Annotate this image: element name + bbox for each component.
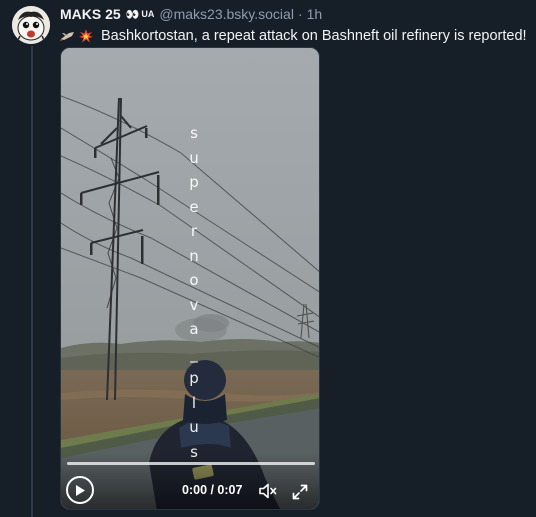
eyes-emoji: 👀 [125, 8, 140, 21]
video-progress-bar[interactable] [67, 462, 315, 465]
post-body: Bashkortostan, a repeat attack on Bashne… [60, 27, 527, 45]
post-timestamp[interactable]: 1h [307, 6, 323, 22]
separator-dot: · [297, 6, 303, 22]
video-player[interactable]: s u p e r n o v a _ p l u s 0:00 / 0:07 [60, 47, 320, 510]
watermark-char: a [189, 320, 199, 338]
explosion-icon [79, 29, 93, 43]
watermark-char: r [190, 222, 198, 240]
watermark-char: _ [190, 344, 198, 363]
watermark-char: l [191, 393, 197, 412]
post-text: Bashkortostan, a repeat attack on Bashne… [101, 28, 527, 44]
post-header: MAKS 25 👀 UA @maks23.bsky.social · 1h [60, 5, 322, 23]
fullscreen-button[interactable] [292, 484, 308, 500]
expand-icon [292, 484, 308, 500]
author-handle[interactable]: @maks23.bsky.social [159, 6, 294, 22]
thread-line [31, 46, 33, 517]
watermark-char: e [189, 197, 199, 216]
mute-button[interactable] [259, 483, 277, 499]
watermark-char: p [189, 173, 199, 191]
author-display-name[interactable]: MAKS 25 [60, 6, 121, 22]
watermark-char: n [189, 246, 199, 265]
watermark-char: v [189, 295, 199, 314]
drone-icon [60, 32, 74, 41]
avatar[interactable] [12, 6, 50, 44]
watermark-char: s [190, 124, 198, 142]
watermark-char: p [189, 369, 199, 387]
watermark-char: u [189, 418, 199, 436]
avatar-image [12, 6, 50, 44]
ua-flag-label: UA [141, 9, 155, 19]
play-icon [76, 484, 85, 496]
play-button[interactable] [66, 476, 94, 504]
video-watermark: s u p e r n o v a _ p l u s [187, 121, 201, 464]
speaker-muted-icon [259, 483, 277, 499]
watermark-char: u [189, 148, 199, 167]
video-time: 0:00 / 0:07 [182, 483, 243, 497]
watermark-char: o [189, 271, 199, 289]
post-icons [60, 29, 93, 43]
